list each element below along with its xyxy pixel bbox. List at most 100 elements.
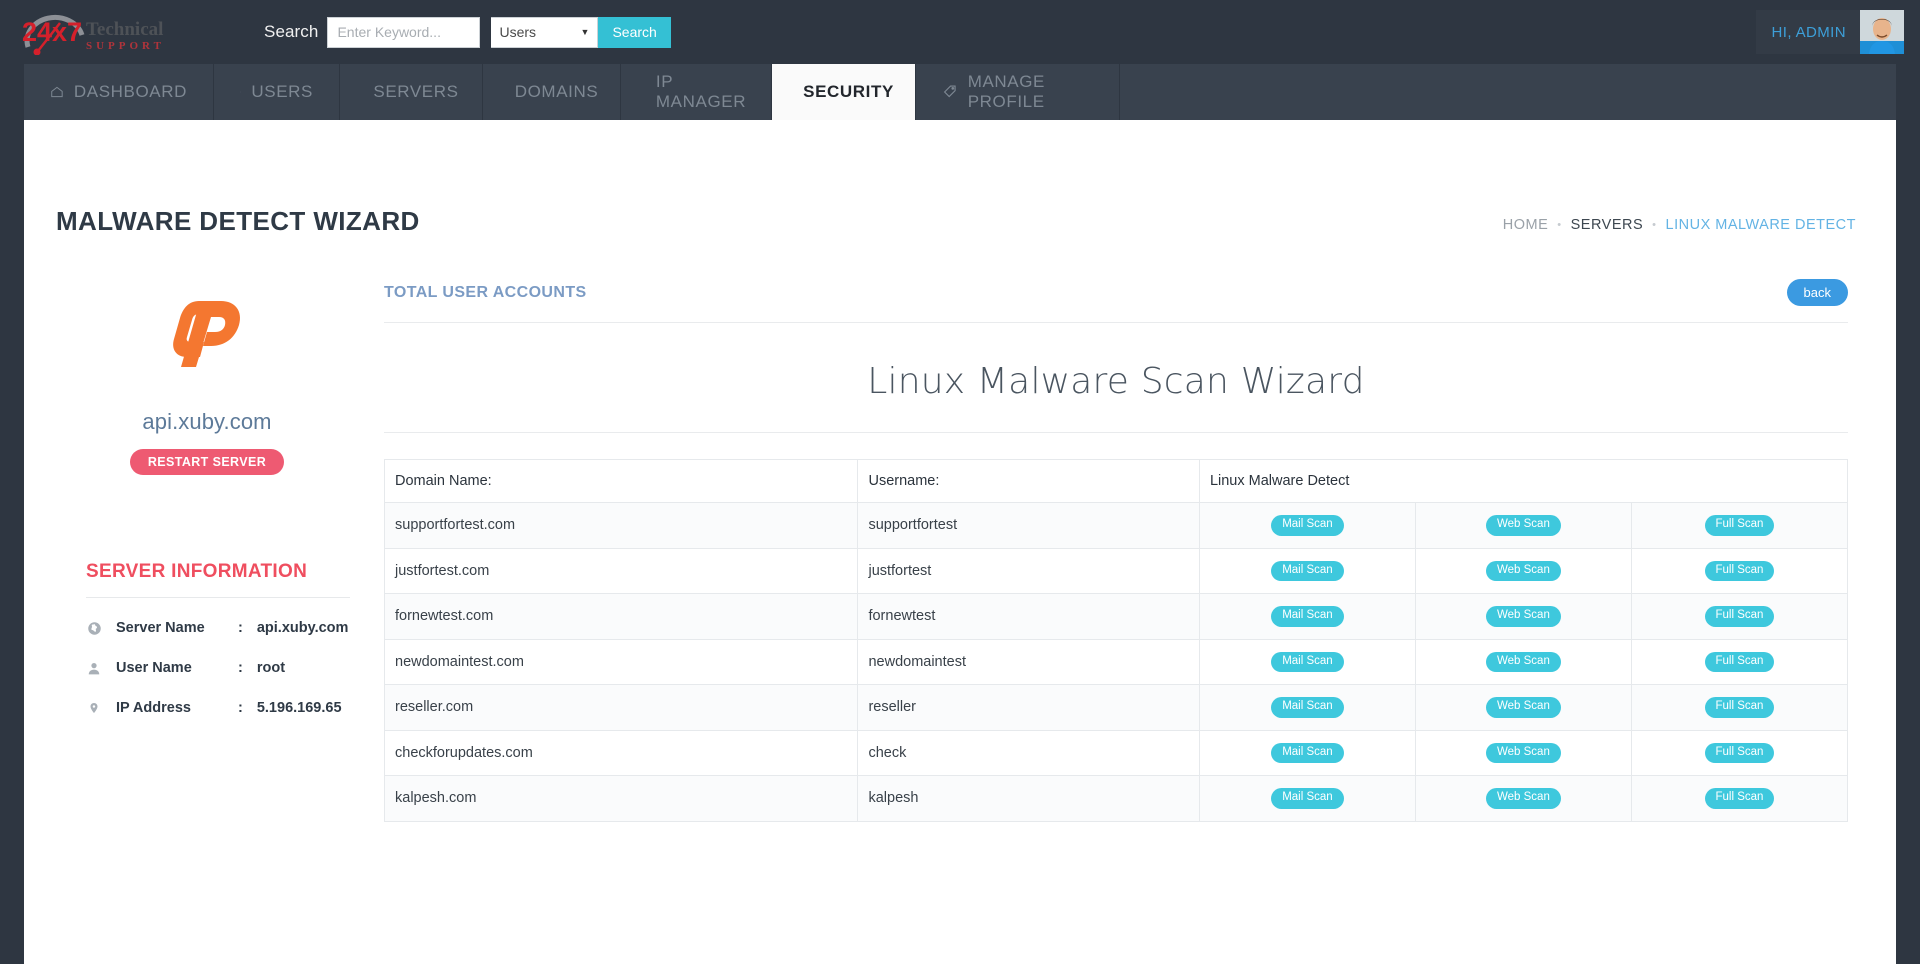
nav-label-security: SECURITY (803, 82, 894, 101)
cell-mail-scan: Mail Scan (1198, 729, 1416, 776)
mail-scan-button[interactable]: Mail Scan (1271, 788, 1344, 809)
cell-full-scan: Full Scan (1630, 638, 1849, 685)
table-header-linux-malware-detect: Linux Malware Detect (1198, 459, 1849, 503)
web-scan-button[interactable]: Web Scan (1486, 606, 1561, 627)
avatar[interactable] (1860, 10, 1904, 54)
divider (384, 432, 1848, 433)
cpanel-logo-container (64, 267, 350, 373)
cell-domain: newdomaintest.com (383, 638, 859, 685)
search-input[interactable] (327, 16, 481, 48)
mail-scan-button[interactable]: Mail Scan (1271, 697, 1344, 718)
breadcrumb: HOME • SERVERS • LINUX MALWARE DETECT (1503, 217, 1856, 237)
breadcrumb-servers[interactable]: SERVERS (1571, 217, 1644, 233)
web-scan-button[interactable]: Web Scan (1486, 560, 1561, 581)
full-scan-button[interactable]: Full Scan (1704, 742, 1775, 763)
location-pin-icon (86, 699, 102, 717)
web-scan-button[interactable]: Web Scan (1486, 788, 1561, 809)
server-info-sep-user: : (238, 660, 243, 676)
breadcrumb-home[interactable]: HOME (1503, 217, 1549, 233)
full-scan-button[interactable]: Full Scan (1704, 515, 1775, 536)
cell-web-scan: Web Scan (1414, 502, 1632, 549)
cell-username: check (857, 729, 1200, 776)
main-panel: TOTAL USER ACCOUNTS back Linux Malware S… (374, 267, 1896, 822)
cell-domain: kalpesh.com (383, 775, 859, 822)
server-info-sep-name: : (238, 620, 243, 636)
cell-mail-scan: Mail Scan (1198, 684, 1416, 731)
server-info-row-name: Server Name : api.xuby.com (64, 608, 350, 648)
nav-item-dashboard[interactable]: DASHBOARD (24, 64, 214, 120)
back-button[interactable]: back (1786, 279, 1848, 306)
table-head: Domain Name: Username: Linux Malware Det… (383, 459, 1849, 503)
cell-mail-scan: Mail Scan (1198, 547, 1416, 594)
server-info-row-user: User Name : root (64, 648, 350, 688)
cpanel-logo (173, 301, 241, 367)
full-scan-button[interactable]: Full Scan (1704, 560, 1775, 581)
nav-item-servers[interactable]: SERVERS (340, 64, 483, 120)
cell-full-scan: Full Scan (1630, 729, 1849, 776)
svg-text:Technical: Technical (86, 19, 163, 40)
page-content: api.xuby.com RESTART SERVER SERVER INFOR… (24, 237, 1896, 822)
cell-mail-scan: Mail Scan (1198, 502, 1416, 549)
web-scan-button[interactable]: Web Scan (1486, 742, 1561, 763)
mail-scan-button[interactable]: Mail Scan (1271, 606, 1344, 627)
cell-web-scan: Web Scan (1414, 684, 1632, 731)
server-info-key-user: User Name (116, 660, 192, 676)
wizard-title: Linux Malware Scan Wizard (867, 361, 1365, 402)
mail-scan-button[interactable]: Mail Scan (1271, 515, 1344, 536)
cell-username: newdomaintest (857, 638, 1200, 685)
server-info-value-ip: 5.196.169.65 (256, 700, 342, 716)
tag-icon (240, 91, 242, 93)
nav-item-ip-manager[interactable]: IP MANAGER (621, 64, 772, 120)
top-bar: 24x7 Technical SUPPORT Search Users ▼ Se… (0, 0, 1920, 64)
user-menu[interactable]: HI, ADMIN (1755, 10, 1904, 54)
user-icon (86, 659, 102, 677)
cell-domain: justfortest.com (383, 547, 859, 594)
nav-item-domains[interactable]: DOMAINS (483, 64, 621, 120)
table-header-row: Domain Name: Username: Linux Malware Det… (383, 459, 1849, 503)
panel-title: TOTAL USER ACCOUNTS (384, 283, 587, 301)
nav-item-users[interactable]: USERS (214, 64, 340, 120)
full-scan-button[interactable]: Full Scan (1704, 697, 1775, 718)
web-scan-button[interactable]: Web Scan (1486, 515, 1561, 536)
full-scan-button[interactable]: Full Scan (1704, 788, 1775, 809)
chevron-down-icon: ▼ (580, 27, 590, 37)
globe-icon (86, 619, 102, 637)
site-logo[interactable]: 24x7 Technical SUPPORT (16, 0, 216, 64)
cell-full-scan: Full Scan (1630, 684, 1849, 731)
cell-domain: reseller.com (383, 684, 859, 731)
cell-mail-scan: Mail Scan (1198, 593, 1416, 640)
breadcrumb-separator-icon: • (1652, 219, 1657, 231)
search-scope-select[interactable]: Users ▼ (491, 16, 599, 48)
restart-server-button[interactable]: RESTART SERVER (129, 449, 285, 475)
nav-item-manage-profile[interactable]: MANAGE PROFILE (916, 64, 1120, 120)
table-header-domain: Domain Name: (383, 459, 859, 503)
page-title: MALWARE DETECT WIZARD (56, 206, 420, 236)
nav-label-ip-manager: IP MANAGER (655, 72, 747, 111)
search-button[interactable]: Search (598, 16, 671, 48)
table-body: supportfortest.com supportfortest Mail S… (383, 502, 1849, 822)
mail-scan-button[interactable]: Mail Scan (1271, 651, 1344, 672)
home-icon (51, 86, 63, 98)
breadcrumb-separator-icon: • (1557, 219, 1562, 231)
breadcrumb-current: LINUX MALWARE DETECT (1665, 217, 1856, 233)
full-scan-button[interactable]: Full Scan (1704, 651, 1775, 672)
cell-web-scan: Web Scan (1414, 638, 1632, 685)
nav-label-manage-profile: MANAGE PROFILE (967, 72, 1045, 111)
main-navigation: DASHBOARD USERS SERVERS DOMAINS IP MANAG… (24, 64, 1896, 120)
divider (86, 597, 350, 598)
cell-domain: checkforupdates.com (383, 729, 859, 776)
nav-item-security[interactable]: SECURITY (772, 64, 916, 120)
server-information-title: SERVER INFORMATION (86, 561, 308, 582)
table-row: newdomaintest.com newdomaintest Mail Sca… (383, 638, 1849, 685)
web-scan-button[interactable]: Web Scan (1486, 651, 1561, 672)
cell-mail-scan: Mail Scan (1198, 775, 1416, 822)
mail-scan-button[interactable]: Mail Scan (1271, 560, 1344, 581)
web-scan-button[interactable]: Web Scan (1486, 697, 1561, 718)
cell-web-scan: Web Scan (1414, 775, 1632, 822)
cell-username: justfortest (857, 547, 1200, 594)
search-label: Search (264, 22, 319, 41)
cell-domain: fornewtest.com (383, 593, 859, 640)
nav-label-domains: DOMAINS (514, 82, 599, 101)
full-scan-button[interactable]: Full Scan (1704, 606, 1775, 627)
mail-scan-button[interactable]: Mail Scan (1271, 742, 1344, 763)
